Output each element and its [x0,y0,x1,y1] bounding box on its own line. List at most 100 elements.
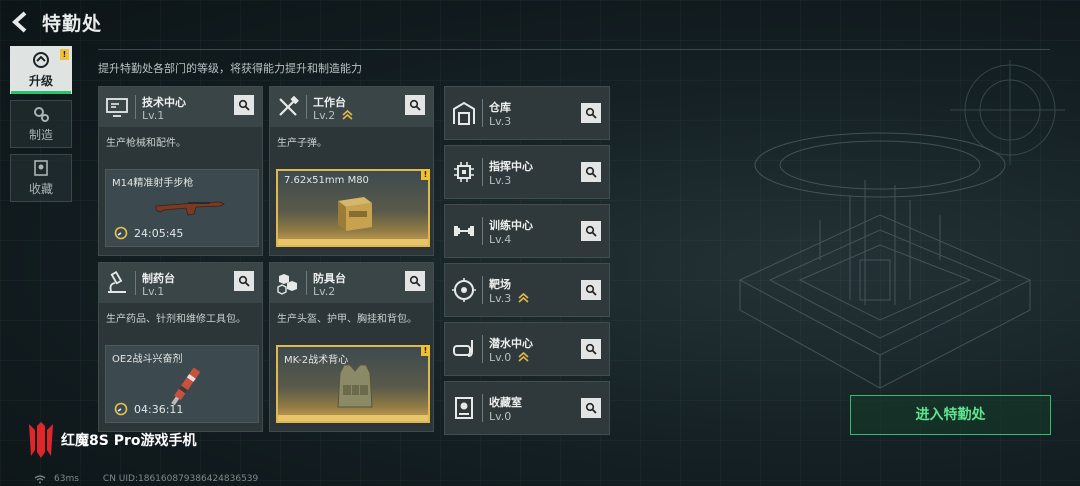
separator [482,158,483,186]
card-header: 工作台 Lv.2 [270,87,433,127]
card-description: 生产枪械和配件。 [106,138,186,149]
craft-timer: 04:36:11 [114,402,183,416]
dumbbell-icon [454,226,474,236]
timer-icon [114,226,128,240]
card-title: 制药台 [142,272,175,285]
warehouse-icon [453,101,475,125]
search-icon [409,275,421,287]
facility-level: Lv.0 [489,410,512,423]
inspect-button[interactable] [581,398,601,418]
alert-badge: ! [421,345,430,356]
upgrade-available-icon [518,292,529,303]
product-name: 7.62x51mm M80 [284,175,369,186]
search-icon [585,225,597,237]
inspect-button[interactable] [581,221,601,241]
nav-label: 升级 [28,74,53,88]
card-level: Lv.2 [313,285,336,298]
nav-collection[interactable]: 收藏 [10,154,72,202]
separator [482,394,483,422]
target-icon [452,278,476,302]
nav-label: 制造 [28,128,53,142]
watermark-text: 红魔8S Pro游戏手机 [61,433,197,449]
card-armor-bench[interactable]: 防具台 Lv.2 生产头盔、护甲、胸挂和背包。 MK-2战术背心 ! [269,262,434,432]
display-case-icon [455,397,473,419]
facility-warehouse[interactable]: 仓库 Lv.3 [444,86,610,140]
craft-timer: 24:05:45 [114,226,183,240]
facility-level-row: Lv.3 [489,292,529,305]
card-header: 防具台 Lv.2 [270,263,433,303]
separator [482,99,483,127]
search-icon [585,402,597,414]
card-pharmacy[interactable]: 制药台 Lv.1 生产药品、针剂和维修工具包。 OE2战斗兴奋剂 04:36:1… [98,262,263,432]
tools-icon [279,95,299,116]
back-arrow-icon[interactable] [10,10,32,34]
ammo-box-image [338,197,372,231]
card-header: 技术中心 Lv.1 [99,87,262,127]
page-subtitle: 提升特勤处各部门的等级，将获得能力提升和制造能力 [98,62,362,75]
nav-craft[interactable]: 制造 [10,100,72,148]
computer-icon [106,98,128,117]
card-header: 制药台 Lv.1 [99,263,262,303]
inspect-button[interactable] [581,103,601,123]
facility-command-center[interactable]: 指挥中心 Lv.3 [444,145,610,199]
production-slot[interactable]: OE2战斗兴奋剂 04:36:11 [105,345,259,423]
card-description: 生产头盔、护甲、胸挂和背包。 [277,314,417,325]
inspect-button[interactable] [405,271,425,291]
rifle-image [155,201,225,216]
page-title: 特勤处 [42,13,103,35]
card-level: Lv.1 [142,109,165,122]
nav-upgrade[interactable]: ! 升级 [10,46,72,94]
production-slot[interactable]: M14精准射手步枪 24:05:45 [105,169,259,247]
separator [482,335,483,363]
facility-diving-center[interactable]: 潜水中心 Lv.0 [444,322,610,376]
search-icon [409,99,421,111]
separator [135,271,136,295]
device-watermark: 红魔8S Pro游戏手机 [27,420,196,460]
facility-level: Lv.3 [489,292,512,305]
inspect-button[interactable] [234,95,254,115]
tactical-vest-image [337,364,373,408]
status-footer: 63ms CN UID:186160879386424836539 [34,474,258,484]
inspect-button[interactable] [405,95,425,115]
facility-collection-room[interactable]: 收藏室 Lv.0 [444,381,610,435]
search-icon [585,166,597,178]
product-name: M14精准射手步枪 [112,178,194,189]
facility-name: 潜水中心 [489,337,533,350]
card-title: 工作台 [313,96,346,109]
facility-level: Lv.3 [489,115,512,128]
enter-special-ops-button[interactable]: 进入特勤处 [850,395,1051,435]
armor-cubes-icon [277,274,297,295]
inspect-button[interactable] [581,339,601,359]
facility-shooting-range[interactable]: 靶场 Lv.3 [444,263,610,317]
search-icon [585,284,597,296]
inspect-button[interactable] [581,162,601,182]
ping-text: 63ms [54,474,79,484]
header-bar: 特勤处 [0,0,1080,46]
radar-lines-art [950,60,1065,165]
facility-level-row: Lv.0 [489,351,529,364]
search-icon [585,107,597,119]
inspect-button[interactable] [581,280,601,300]
production-slot[interactable]: 7.62x51mm M80 [276,169,430,247]
card-level: Lv.1 [142,285,165,298]
card-workbench[interactable]: 工作台 Lv.2 生产子弹。 7.62x51mm M80 ! [269,86,434,256]
nav-label: 收藏 [28,182,53,196]
alert-badge: ! [60,49,69,60]
timer-text: 04:36:11 [134,402,184,416]
inspect-button[interactable] [234,271,254,291]
facility-name: 指挥中心 [489,160,533,173]
facility-name: 训练中心 [489,219,533,232]
card-tech-center[interactable]: 技术中心 Lv.1 生产枪械和配件。 M14精准射手步枪 24:05:45 [98,86,263,256]
card-level: Lv.2 [313,109,336,122]
header-divider [98,49,1050,50]
facility-name: 收藏室 [489,396,522,409]
gear-icon [34,107,49,122]
production-slot[interactable]: MK-2战术背心 [276,345,430,423]
upgrade-available-icon [518,351,529,362]
chip-icon [454,162,474,182]
red-magic-logo [29,422,53,458]
facility-level: Lv.3 [489,174,512,187]
card-description: 生产子弹。 [277,138,327,149]
facility-training-center[interactable]: 训练中心 Lv.4 [444,204,610,258]
separator [306,95,307,119]
